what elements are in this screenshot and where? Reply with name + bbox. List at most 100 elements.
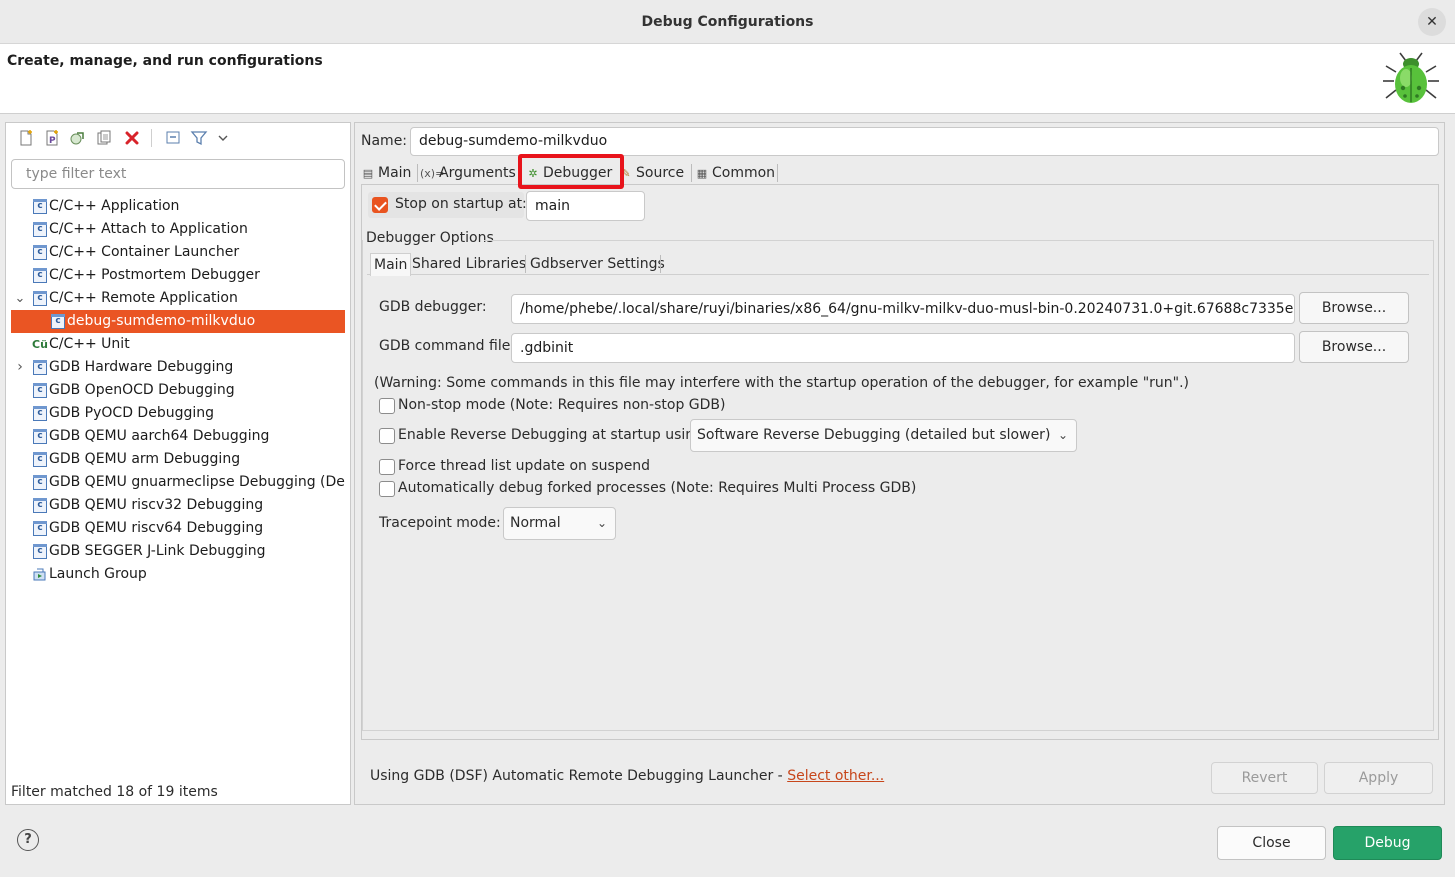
filter-input[interactable] xyxy=(11,159,345,189)
non-stop-label: Non-stop mode (Note: Requires non-stop G… xyxy=(398,397,726,413)
tab-separator xyxy=(777,164,778,182)
filter-icon[interactable] xyxy=(190,129,208,147)
reverse-debugging-select[interactable]: Software Reverse Debugging (detailed but… xyxy=(690,419,1077,452)
configuration-editor-pane: Name: debug-sumdemo-milkvduo ▤ Main (x)=A… xyxy=(354,122,1445,805)
launch-group-icon xyxy=(33,568,46,581)
c-config-icon: c xyxy=(33,291,47,306)
tab-source[interactable]: ✎ Source xyxy=(619,162,684,184)
tab-label: Source xyxy=(636,165,685,181)
tab-separator xyxy=(525,255,526,273)
new-config-icon[interactable] xyxy=(17,129,35,147)
delete-icon[interactable] xyxy=(123,129,141,147)
dialog-header: Create, manage, and run configurations xyxy=(0,44,1455,114)
stop-on-startup-checkbox[interactable] xyxy=(372,197,388,213)
subtab-shared-libraries[interactable]: Shared Libraries xyxy=(412,253,526,275)
tree-item-cpp-attach[interactable]: c C/C++ Attach to Application xyxy=(11,218,345,241)
gdb-debugger-label: GDB debugger: xyxy=(379,299,487,315)
tree-item-cpp-remote[interactable]: ⌄ c C/C++ Remote Application xyxy=(11,287,345,310)
expand-toggle-icon[interactable]: ⌄ xyxy=(14,287,26,310)
c-config-icon: c xyxy=(33,222,47,237)
tree-item-cpp-postmortem[interactable]: c C/C++ Postmortem Debugger xyxy=(11,264,345,287)
tree-item-gdb-qemu-aarch64[interactable]: c GDB QEMU aarch64 Debugging xyxy=(11,425,345,448)
c-config-icon: c xyxy=(33,268,47,283)
duplicate-icon[interactable] xyxy=(95,129,113,147)
gdb-command-file-browse-button[interactable]: Browse... xyxy=(1299,331,1409,363)
launcher-text: Using GDB (DSF) Automatic Remote Debuggi… xyxy=(370,768,788,784)
tree-item-launch-group[interactable]: Launch Group xyxy=(11,563,345,586)
debug-button[interactable]: Debug xyxy=(1333,826,1442,860)
non-stop-checkbox[interactable] xyxy=(379,398,395,414)
debugger-subtabs: Main Shared Libraries Gdbserver Settings xyxy=(367,253,1429,276)
tree-item-cpp-container[interactable]: c C/C++ Container Launcher xyxy=(11,241,345,264)
tree-item-label: C/C++ Postmortem Debugger xyxy=(49,267,260,283)
c-config-icon: c xyxy=(51,314,65,329)
revert-button[interactable]: Revert xyxy=(1211,762,1318,794)
tree-item-gdb-qemu-arm[interactable]: c GDB QEMU arm Debugging xyxy=(11,448,345,471)
tree-item-cpp-application[interactable]: c C/C++ Application xyxy=(11,195,345,218)
tree-item-label: GDB QEMU riscv64 Debugging xyxy=(49,520,264,536)
tree-item-gdb-qemu-riscv32[interactable]: c GDB QEMU riscv32 Debugging xyxy=(11,494,345,517)
debugger-tab-panel: Stop on startup at: main Debugger Option… xyxy=(361,184,1439,740)
subtab-gdbserver-settings[interactable]: Gdbserver Settings xyxy=(530,253,665,275)
tree-item-label: GDB QEMU riscv32 Debugging xyxy=(49,497,264,513)
arguments-icon: (x)= xyxy=(420,167,445,180)
tree-item-cpp-unit[interactable]: Cü C/C++ Unit xyxy=(11,333,345,356)
tracepoint-mode-selected-value: Normal xyxy=(510,515,561,531)
collapse-all-icon[interactable] xyxy=(164,129,182,147)
tree-item-label: GDB QEMU aarch64 Debugging xyxy=(49,428,270,444)
apply-button[interactable]: Apply xyxy=(1324,762,1433,794)
gdb-command-file-label: GDB command file: xyxy=(379,338,516,354)
new-prototype-icon[interactable]: P xyxy=(43,129,61,147)
expand-toggle-icon[interactable]: › xyxy=(14,356,26,379)
tree-item-gdb-segger-jlink[interactable]: c GDB SEGGER J-Link Debugging xyxy=(11,540,345,563)
auto-debug-forked-checkbox[interactable] xyxy=(379,481,395,497)
c-config-icon: c xyxy=(33,406,47,421)
tab-main[interactable]: ▤ Main xyxy=(361,162,412,184)
help-icon[interactable]: ? xyxy=(17,829,39,851)
window-close-button[interactable]: ✕ xyxy=(1418,8,1446,36)
export-icon[interactable] xyxy=(68,129,86,147)
tab-separator xyxy=(660,255,661,273)
c-config-icon: c xyxy=(33,383,47,398)
select-other-launcher-link[interactable]: Select other... xyxy=(787,768,884,784)
tree-item-label: C/C++ Attach to Application xyxy=(49,221,248,237)
force-thread-update-checkbox[interactable] xyxy=(379,459,395,475)
reverse-debugging-selected-value: Software Reverse Debugging (detailed but… xyxy=(697,427,1051,443)
tree-item-gdb-hardware[interactable]: › c GDB Hardware Debugging xyxy=(11,356,345,379)
tree-item-gdb-qemu-riscv64[interactable]: c GDB QEMU riscv64 Debugging xyxy=(11,517,345,540)
stop-on-startup-input[interactable]: main xyxy=(526,191,645,221)
tree-item-gdb-pyocd[interactable]: c GDB PyOCD Debugging xyxy=(11,402,345,425)
subtab-main[interactable]: Main xyxy=(370,253,412,276)
c-config-icon: c xyxy=(33,475,47,490)
group-border xyxy=(484,240,1434,241)
chevron-down-icon: ⌄ xyxy=(596,516,607,530)
c-config-icon: c xyxy=(33,498,47,513)
tab-arguments[interactable]: (x)=Arguments xyxy=(420,162,516,184)
tree-item-label: GDB Hardware Debugging xyxy=(49,359,234,375)
tracepoint-mode-select[interactable]: Normal ⌄ xyxy=(503,507,616,540)
gdb-command-file-input[interactable]: .gdbinit xyxy=(511,333,1295,363)
svg-text:P: P xyxy=(49,136,56,146)
name-input[interactable]: debug-sumdemo-milkvduo xyxy=(410,127,1439,156)
title-bar: Debug Configurations ✕ xyxy=(0,0,1455,44)
common-icon: ▦ xyxy=(696,167,708,180)
tree-item-label: GDB QEMU arm Debugging xyxy=(49,451,241,467)
tree-item-gdb-openocd[interactable]: c GDB OpenOCD Debugging xyxy=(11,379,345,402)
tree-item-label: GDB QEMU gnuarmeclipse Debugging (Depre xyxy=(49,474,345,490)
tree-item-debug-sumdemo-milkvduo[interactable]: c debug-sumdemo-milkvduo xyxy=(11,310,345,333)
auto-debug-forked-label: Automatically debug forked processes (No… xyxy=(398,480,917,496)
group-border xyxy=(1433,240,1434,731)
bug-icon xyxy=(1383,52,1439,103)
chevron-down-icon[interactable] xyxy=(214,129,232,147)
tab-common[interactable]: ▦ Common xyxy=(695,162,775,184)
gdb-debugger-browse-button[interactable]: Browse... xyxy=(1299,292,1409,324)
tree-item-gdb-qemu-gnuarmeclipse[interactable]: c GDB QEMU gnuarmeclipse Debugging (Depr… xyxy=(11,471,345,494)
launcher-info: Using GDB (DSF) Automatic Remote Debuggi… xyxy=(370,768,884,784)
close-button[interactable]: Close xyxy=(1217,826,1326,860)
gdb-debugger-input[interactable]: /home/phebe/.local/share/ruyi/binaries/x… xyxy=(511,294,1295,324)
reverse-debugging-checkbox[interactable] xyxy=(379,428,395,444)
tree-item-label: C/C++ Application xyxy=(49,198,180,214)
tree-item-label: Launch Group xyxy=(49,566,147,582)
window-title: Debug Configurations xyxy=(641,14,814,30)
c-config-icon: c xyxy=(33,245,47,260)
